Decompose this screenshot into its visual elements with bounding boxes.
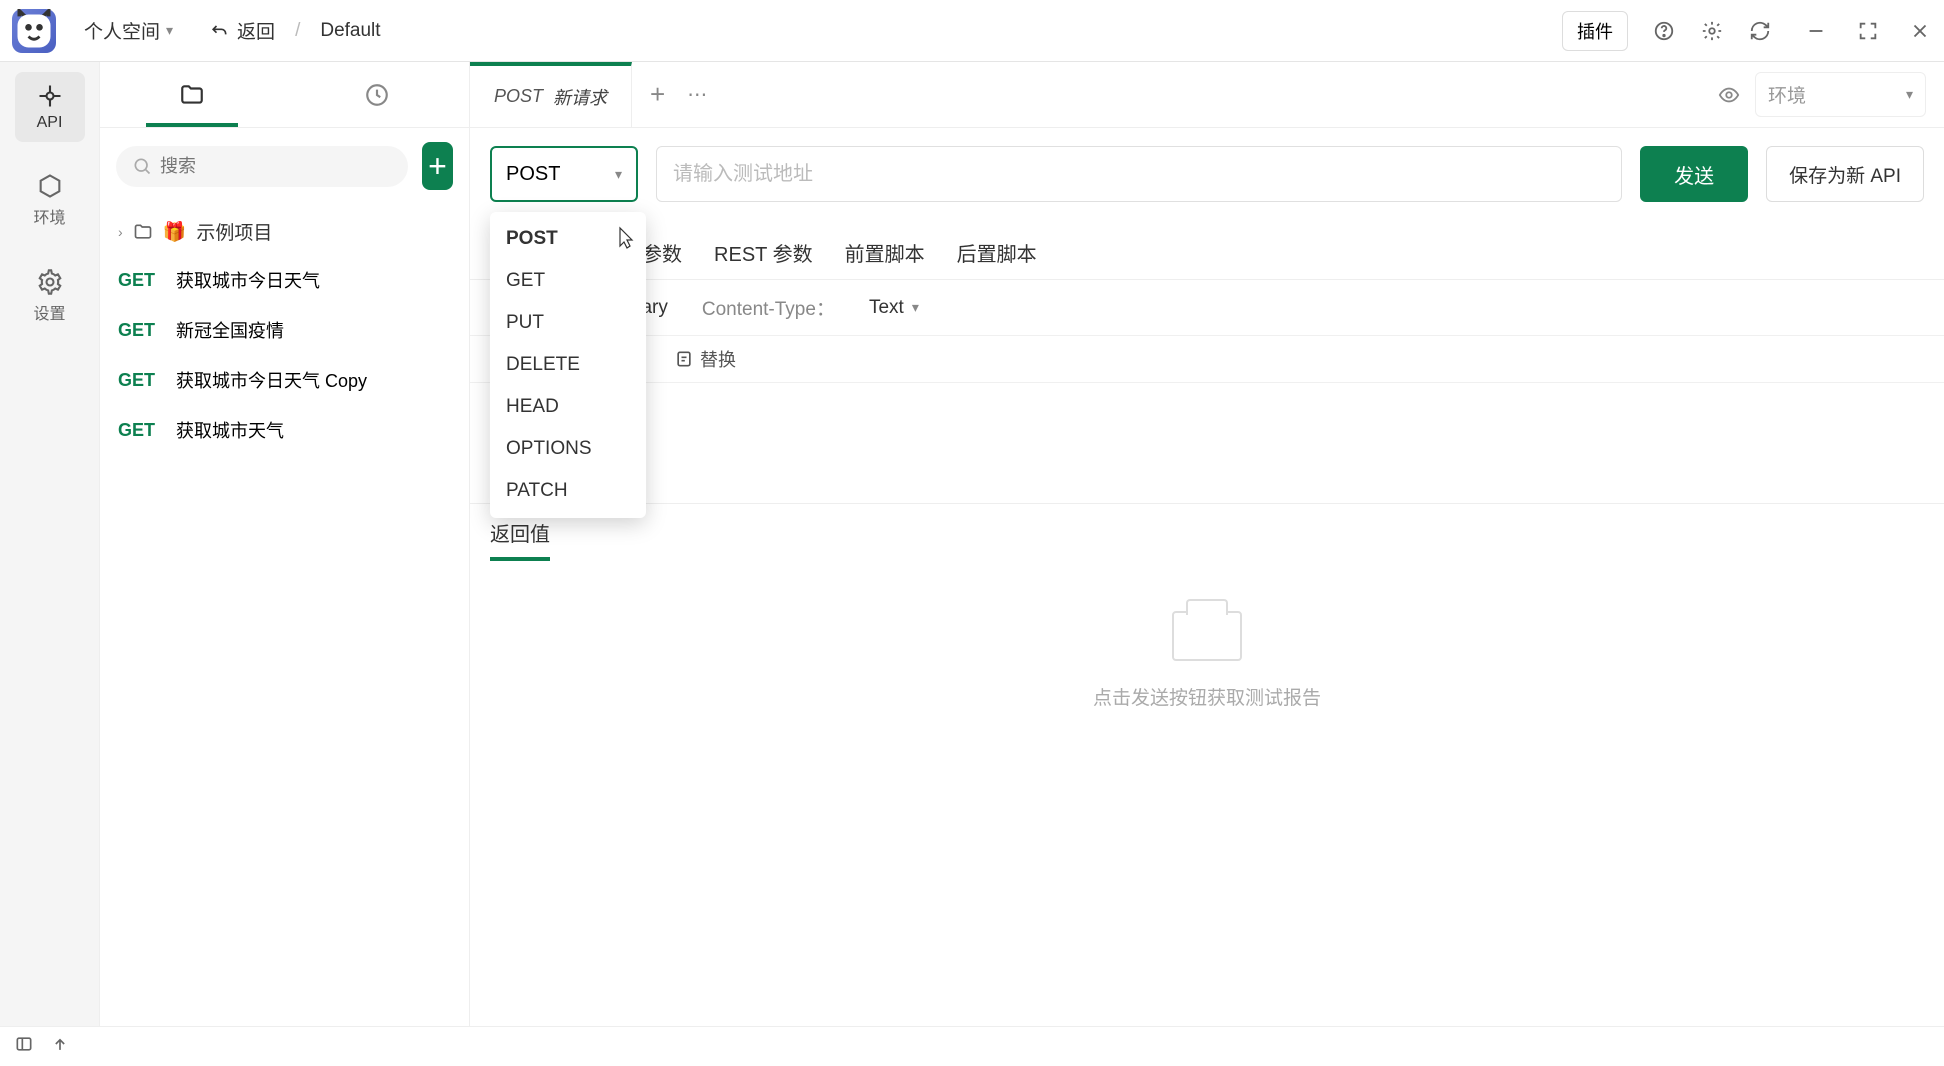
gift-icon: 🎁 <box>163 220 187 244</box>
tool-replace[interactable]: 替换 <box>674 346 736 372</box>
tabbar: POST 新请求 + ⋯ 环境 ▾ <box>470 62 1944 128</box>
statusbar <box>0 1026 1944 1066</box>
save-as-new-button[interactable]: 保存为新 API <box>1766 146 1924 202</box>
search-input[interactable] <box>160 156 392 177</box>
url-input[interactable] <box>656 146 1622 202</box>
chevron-down-icon: ▾ <box>166 22 173 39</box>
tree-item[interactable]: GET 获取城市今日天气 <box>100 255 469 305</box>
back-label: 返回 <box>237 17 275 44</box>
workspace-label: 个人空间 <box>84 17 160 44</box>
minimize-icon[interactable] <box>1804 19 1828 43</box>
method-badge: GET <box>118 320 166 341</box>
request-tab[interactable]: POST 新请求 <box>470 62 632 127</box>
method-badge: GET <box>118 420 166 441</box>
titlebar: 个人空间 ▾ 返回 / Default 插件 <box>0 0 1944 62</box>
method-option-options[interactable]: OPTIONS <box>490 428 646 470</box>
tree-item-label: 获取城市今日天气 Copy <box>176 367 367 393</box>
request-sub-tabs: 请求体 Query 参数 REST 参数 前置脚本 后置脚本 <box>470 226 1944 280</box>
content-type-value: Text <box>869 297 904 319</box>
tree-folder[interactable]: › 🎁 示例项目 <box>100 208 469 255</box>
send-button[interactable]: 发送 <box>1640 146 1748 202</box>
tab-menu-button[interactable]: ⋯ <box>687 82 707 107</box>
request-body-editor[interactable] <box>470 383 1944 503</box>
rail-api[interactable]: API <box>15 72 85 142</box>
tree-item[interactable]: GET 新冠全国疫情 <box>100 305 469 355</box>
main: POST 新请求 + ⋯ 环境 ▾ POST ▾ 发送 保存为新 A <box>470 62 1944 1026</box>
tree-item-label: 获取城市今日天气 <box>176 267 320 293</box>
breadcrumb-current: Default <box>320 20 380 42</box>
settings-icon[interactable] <box>1700 19 1724 43</box>
response-body: 点击发送按钮获取测试报告 <box>470 561 1944 830</box>
method-select[interactable]: POST ▾ <box>490 146 638 202</box>
help-icon[interactable] <box>1652 19 1676 43</box>
tab-name: 新请求 <box>553 84 607 110</box>
back-button[interactable]: 返回 <box>209 17 275 44</box>
sidebar-tab-history[interactable] <box>285 62 470 127</box>
app-logo <box>12 9 56 53</box>
method-option-delete[interactable]: DELETE <box>490 344 646 386</box>
content-type-label: Content-Type： <box>702 294 835 321</box>
add-button[interactable]: + <box>422 142 453 190</box>
method-value: POST <box>506 163 560 186</box>
response-section: 返回值 点击发送按钮获取测试报告 <box>470 503 1944 830</box>
environment-select[interactable]: 环境 ▾ <box>1755 72 1926 117</box>
workspace-selector[interactable]: 个人空间 ▾ <box>84 17 173 44</box>
folder-label: 示例项目 <box>196 218 272 245</box>
close-icon[interactable] <box>1908 19 1932 43</box>
method-option-post[interactable]: POST <box>490 218 646 260</box>
req-tab-postscript[interactable]: 后置脚本 <box>957 226 1037 279</box>
new-tab-button[interactable]: + <box>650 79 665 110</box>
tree-item[interactable]: GET 获取城市今日天气 Copy <box>100 355 469 405</box>
sidebar-tab-folder[interactable] <box>100 62 285 127</box>
method-option-put[interactable]: PUT <box>490 302 646 344</box>
content-type-select[interactable]: Text ▾ <box>869 297 919 319</box>
method-badge: GET <box>118 270 166 291</box>
plugin-button[interactable]: 插件 <box>1562 11 1628 51</box>
search-icon <box>132 156 152 176</box>
method-option-head[interactable]: HEAD <box>490 386 646 428</box>
rail-env[interactable]: 环境 <box>15 162 85 238</box>
chevron-down-icon: ▾ <box>912 299 919 316</box>
method-dropdown: POST GET PUT DELETE HEAD OPTIONS PATCH <box>490 212 646 518</box>
req-tab-rest[interactable]: REST 参数 <box>714 226 813 279</box>
chevron-down-icon: ▾ <box>615 166 622 183</box>
rail-settings-label: 设置 <box>33 300 65 324</box>
chevron-down-icon: ▾ <box>1906 86 1913 103</box>
tree-item[interactable]: GET 获取城市天气 <box>100 405 469 455</box>
refresh-icon[interactable] <box>1748 19 1772 43</box>
tree-item-label: 获取城市天气 <box>176 417 284 443</box>
eye-icon[interactable] <box>1717 83 1741 107</box>
panel-left-icon[interactable] <box>14 1034 34 1059</box>
upload-icon[interactable] <box>50 1034 70 1059</box>
tree: › 🎁 示例项目 GET 获取城市今日天气 GET 新冠全国疫情 GET 获取城… <box>100 204 469 1026</box>
tree-item-label: 新冠全国疫情 <box>176 317 284 343</box>
folder-icon <box>133 222 153 242</box>
env-label: 环境 <box>1768 81 1806 108</box>
breadcrumb-separator: / <box>295 20 300 42</box>
search-input-wrap[interactable] <box>116 146 408 187</box>
method-option-patch[interactable]: PATCH <box>490 470 646 512</box>
tab-method: POST <box>494 86 543 107</box>
editor-toolbar: 复制 搜索 替换 <box>470 336 1944 383</box>
sidebar: + › 🎁 示例项目 GET 获取城市今日天气 GET 新冠全国疫情 GET 获… <box>100 62 470 1026</box>
method-option-get[interactable]: GET <box>490 260 646 302</box>
url-row: POST ▾ 发送 保存为新 API <box>470 128 1944 220</box>
req-tab-prescript[interactable]: 前置脚本 <box>845 226 925 279</box>
left-rail: API 环境 设置 <box>0 62 100 1026</box>
chevron-right-icon: › <box>118 224 123 240</box>
rail-settings[interactable]: 设置 <box>15 258 85 334</box>
rail-env-label: 环境 <box>33 204 65 228</box>
empty-inbox-icon <box>1172 611 1242 661</box>
rail-api-label: API <box>37 114 63 132</box>
tabbar-actions: + ⋯ <box>632 62 725 127</box>
method-badge: GET <box>118 370 166 391</box>
maximize-icon[interactable] <box>1856 19 1880 43</box>
body-type-options: Raw Binary Content-Type： Text ▾ <box>470 280 1944 336</box>
response-empty-hint: 点击发送按钮获取测试报告 <box>1093 683 1321 710</box>
